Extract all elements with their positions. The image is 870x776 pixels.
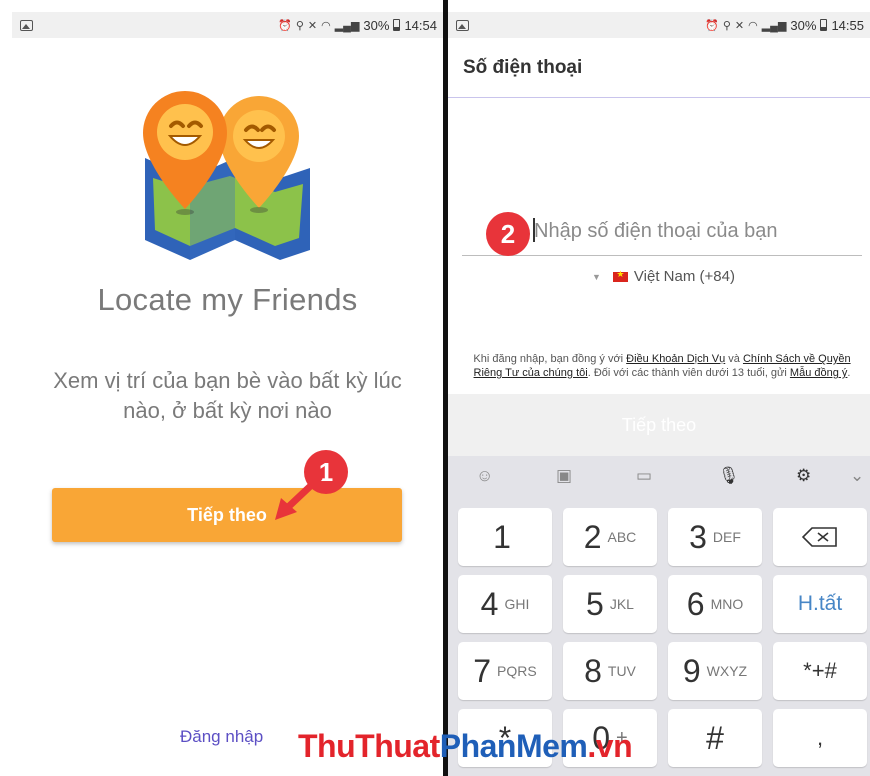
vietnam-flag-icon — [612, 269, 628, 282]
keyboard-toolbar: ☺ ▣ ▭ 🎙 ⚙ ⌄ — [448, 456, 870, 500]
terms-notice: Khi đăng nhập, bạn đồng ý với Điều Khoản… — [466, 352, 858, 380]
watermark-part: ThuThuat — [298, 728, 440, 764]
status-bar: ⏰ ⚲ ✕ ◠ ▂▄▆ 30% 14:54 — [12, 12, 443, 38]
watermark-part: PhanMem — [439, 728, 588, 764]
phone-number-input[interactable] — [534, 212, 854, 250]
screen-header: Số điện thoại — [448, 38, 870, 98]
symbols-key[interactable]: *+# — [773, 642, 867, 700]
battery-percent: 30% — [790, 17, 817, 33]
terms-text: . — [847, 367, 851, 379]
next-button[interactable]: Tiếp theo — [52, 488, 402, 542]
key-9[interactable]: 9 WXYZ — [668, 642, 762, 700]
backspace-icon — [802, 527, 837, 547]
status-time: 14:54 — [404, 17, 437, 33]
terms-text: . Đối với các thành viên dưới 13 tuổi, g… — [587, 367, 790, 379]
phone-number-screen: ⏰ ⚲ ✕ ◠ ▂▄▆ 30% 14:55 Số điện thoại 2 ▼ … — [448, 12, 870, 776]
terms-of-service-link[interactable]: Điều Khoản Dịch Vụ — [626, 353, 725, 365]
battery-icon — [820, 19, 828, 31]
mute-icon: ✕ — [307, 19, 318, 32]
sticker-icon[interactable]: ▣ — [556, 466, 572, 486]
app-description: Xem vị trí của bạn bè vào bất kỳ lúc nào… — [53, 368, 402, 423]
key-3[interactable]: 3 DEF — [668, 508, 762, 566]
terms-text: Khi đăng nhập, bạn đồng ý với — [473, 353, 627, 365]
chevron-down-icon[interactable]: ⌄ — [850, 466, 864, 486]
dropdown-triangle-icon: ▼ — [592, 271, 601, 282]
consent-form-link[interactable]: Mẫu đồng ý — [790, 367, 847, 379]
battery-percent: 30% — [363, 17, 390, 33]
emoji-icon[interactable]: ☺ — [476, 466, 493, 486]
gif-icon[interactable]: ▭ — [636, 466, 652, 486]
gear-icon[interactable]: ⚙ — [796, 466, 811, 486]
mute-icon: ✕ — [734, 19, 745, 32]
gallery-notification-icon — [456, 19, 469, 31]
signal-icon: ▂▄▆ — [334, 19, 360, 32]
step-2-badge: 2 — [486, 212, 530, 256]
key-6[interactable]: 6 MNO — [668, 575, 762, 633]
country-selector[interactable]: ▼ Việt Nam (+84) — [592, 268, 735, 285]
alarm-icon: ⏰ — [278, 19, 292, 32]
login-link[interactable]: Đăng nhập — [180, 727, 263, 747]
app-logo-icon — [143, 91, 310, 260]
wifi-icon: ◠ — [321, 19, 331, 32]
key-4[interactable]: 4 GHI — [458, 575, 552, 633]
app-title: Locate my Friends — [97, 282, 358, 317]
done-key[interactable]: H.tất — [773, 575, 867, 633]
gallery-notification-icon — [20, 19, 33, 31]
microphone-icon[interactable]: 🎙 — [718, 466, 740, 486]
key-5[interactable]: 5 JKL — [563, 575, 657, 633]
welcome-screen: ⏰ ⚲ ✕ ◠ ▂▄▆ 30% 14:54 Locate my Friends … — [12, 12, 443, 776]
location-icon: ⚲ — [295, 19, 304, 32]
status-time: 14:55 — [831, 17, 864, 33]
battery-icon — [393, 19, 401, 31]
country-label: Việt Nam (+84) — [633, 268, 735, 285]
location-icon: ⚲ — [722, 19, 731, 32]
pointer-arrow-icon — [275, 474, 323, 520]
signal-icon: ▂▄▆ — [761, 19, 787, 32]
alarm-icon: ⏰ — [705, 19, 719, 32]
page-title: Số điện thoại — [463, 56, 583, 78]
wifi-icon: ◠ — [748, 19, 758, 32]
key-7[interactable]: 7 PQRS — [458, 642, 552, 700]
site-watermark: ThuThuatPhanMem.vn — [298, 728, 633, 765]
watermark-part: .vn — [587, 728, 633, 764]
key-1[interactable]: 1 — [458, 508, 552, 566]
key-2[interactable]: 2 ABC — [563, 508, 657, 566]
next-button-disabled[interactable]: Tiếp theo — [448, 394, 870, 456]
status-bar: ⏰ ⚲ ✕ ◠ ▂▄▆ 30% 14:55 — [448, 12, 870, 38]
terms-text: và — [725, 353, 743, 365]
key-8[interactable]: 8 TUV — [563, 642, 657, 700]
comma-key[interactable]: , — [773, 709, 867, 767]
key-hash[interactable]: # — [668, 709, 762, 767]
backspace-key[interactable] — [773, 508, 867, 566]
